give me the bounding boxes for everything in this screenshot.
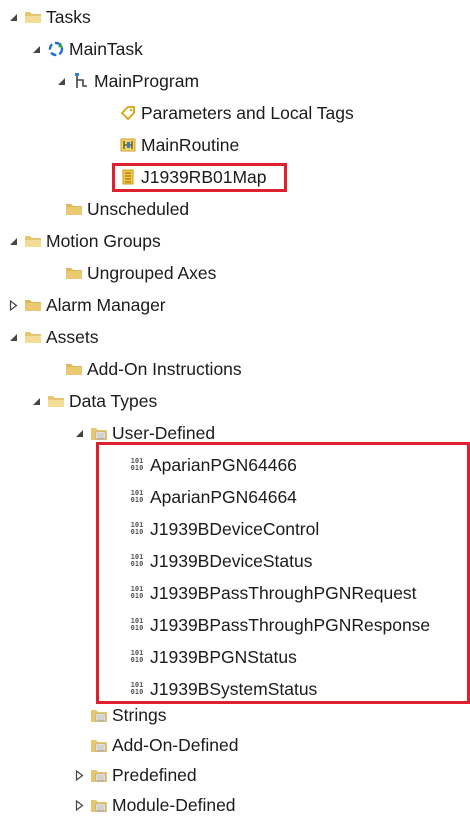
tree-item-udt[interactable]: 101 010 J1939BSystemStatus [128, 676, 318, 702]
tree-item-predefined[interactable]: Predefined [72, 762, 197, 788]
tree-label: MainRoutine [141, 135, 240, 155]
tree-item-add-on-instructions[interactable]: Add-On Instructions [47, 356, 242, 382]
tree-label: Assets [46, 327, 99, 347]
tree-item-parameters[interactable]: Parameters and Local Tags [119, 100, 354, 126]
tree-item-j1939-map[interactable]: J1939RB01Map [119, 164, 267, 190]
open-folder-icon [24, 8, 42, 26]
data-type-folder-icon [90, 424, 108, 442]
tree-label: Predefined [112, 765, 197, 785]
tree-label: MainProgram [94, 71, 200, 91]
tree-item-main-task[interactable]: MainTask [29, 36, 143, 62]
tree-item-tasks[interactable]: Tasks [6, 4, 91, 30]
binary-data-type-icon: 101 010 [130, 521, 144, 536]
tree-item-udt[interactable]: 101 010 J1939BDeviceStatus [128, 548, 313, 574]
tree-label: AparianPGN64466 [150, 455, 297, 475]
binary-data-type-icon: 101 010 [130, 489, 144, 504]
folder-icon [65, 360, 83, 378]
expand-arrow-icon[interactable] [72, 792, 86, 818]
open-folder-icon [24, 232, 42, 250]
folder-icon [24, 296, 42, 314]
binary-data-type-icon: 101 010 [130, 457, 144, 472]
data-type-folder-icon [90, 766, 108, 784]
tree-label: MainTask [69, 39, 143, 59]
tree-item-udt[interactable]: 101 010 J1939BPassThroughPGNRequest [128, 580, 417, 606]
tree-item-udt[interactable]: 101 010 J1939BDeviceControl [128, 516, 320, 542]
binary-data-type-icon: 101 010 [130, 649, 144, 664]
open-folder-icon [24, 328, 42, 346]
collapse-arrow-icon[interactable] [6, 4, 20, 30]
tree-label: J1939BDeviceControl [150, 519, 320, 539]
tree-label: Unscheduled [87, 199, 190, 219]
data-type-folder-icon [90, 796, 108, 814]
binary-data-type-icon: 101 010 [130, 617, 144, 632]
tree-label: Data Types [69, 391, 158, 411]
tree-label: Add-On-Defined [112, 735, 239, 755]
tree-label: J1939BSystemStatus [150, 679, 318, 699]
tree-label: Alarm Manager [46, 295, 166, 315]
collapse-arrow-icon[interactable] [6, 228, 20, 254]
expand-arrow-icon[interactable] [72, 762, 86, 788]
binary-data-type-icon: 101 010 [130, 553, 144, 568]
tree-label: Motion Groups [46, 231, 161, 251]
tree-item-motion-groups[interactable]: Motion Groups [6, 228, 161, 254]
binary-data-type-icon: 101 010 [130, 585, 144, 600]
open-folder-icon [47, 392, 65, 410]
data-type-folder-icon [90, 736, 108, 754]
tree-item-main-routine[interactable]: MainRoutine [119, 132, 239, 158]
tree-label: Module-Defined [112, 795, 236, 815]
tree-label: User-Defined [112, 423, 216, 443]
binary-data-type-icon: 101 010 [130, 681, 144, 696]
folder-icon [65, 264, 83, 282]
ladder-routine-icon [119, 136, 137, 154]
structured-text-icon [119, 168, 137, 186]
tree-label: Tasks [46, 7, 91, 27]
tree-item-alarm-manager[interactable]: Alarm Manager [6, 292, 166, 318]
program-icon [72, 72, 90, 90]
tree-item-assets[interactable]: Assets [6, 324, 99, 350]
tree-label: J1939RB01Map [141, 167, 267, 187]
data-type-folder-icon [90, 706, 108, 724]
tree-item-module-defined[interactable]: Module-Defined [72, 792, 236, 818]
tree-label: J1939BDeviceStatus [150, 551, 313, 571]
tree-label: J1939BPassThroughPGNResponse [150, 615, 431, 635]
tree-label: J1939BPassThroughPGNRequest [150, 583, 417, 603]
folder-icon [65, 200, 83, 218]
tree-item-strings[interactable]: Strings [90, 702, 166, 728]
collapse-arrow-icon[interactable] [29, 388, 43, 414]
tree-label: Ungrouped Axes [87, 263, 217, 283]
tree-label: Add-On Instructions [87, 359, 242, 379]
tree-item-user-defined[interactable]: User-Defined [72, 420, 215, 446]
tree-label: Strings [112, 705, 167, 725]
collapse-arrow-icon[interactable] [54, 68, 68, 94]
collapse-arrow-icon[interactable] [29, 36, 43, 62]
continuous-task-icon [47, 40, 65, 58]
tree-item-udt[interactable]: 101 010 J1939BPGNStatus [128, 644, 297, 670]
tree-label: AparianPGN64664 [150, 487, 297, 507]
tree-item-data-types[interactable]: Data Types [29, 388, 157, 414]
tree-item-unscheduled[interactable]: Unscheduled [47, 196, 189, 222]
collapse-arrow-icon[interactable] [72, 420, 86, 446]
tree-item-udt[interactable]: 101 010 J1939BPassThroughPGNResponse [128, 612, 431, 638]
tree-item-add-on-defined[interactable]: Add-On-Defined [90, 732, 238, 758]
tree-label: J1939BPGNStatus [150, 647, 297, 667]
tree-label: Parameters and Local Tags [141, 103, 354, 123]
tree-item-udt[interactable]: 101 010 AparianPGN64466 [128, 452, 297, 478]
tree-item-main-program[interactable]: MainProgram [54, 68, 199, 94]
expand-arrow-icon[interactable] [6, 292, 20, 318]
tree-item-udt[interactable]: 101 010 AparianPGN64664 [128, 484, 297, 510]
tree-item-ungrouped-axes[interactable]: Ungrouped Axes [47, 260, 216, 286]
collapse-arrow-icon[interactable] [6, 324, 20, 350]
tag-icon [119, 104, 137, 122]
